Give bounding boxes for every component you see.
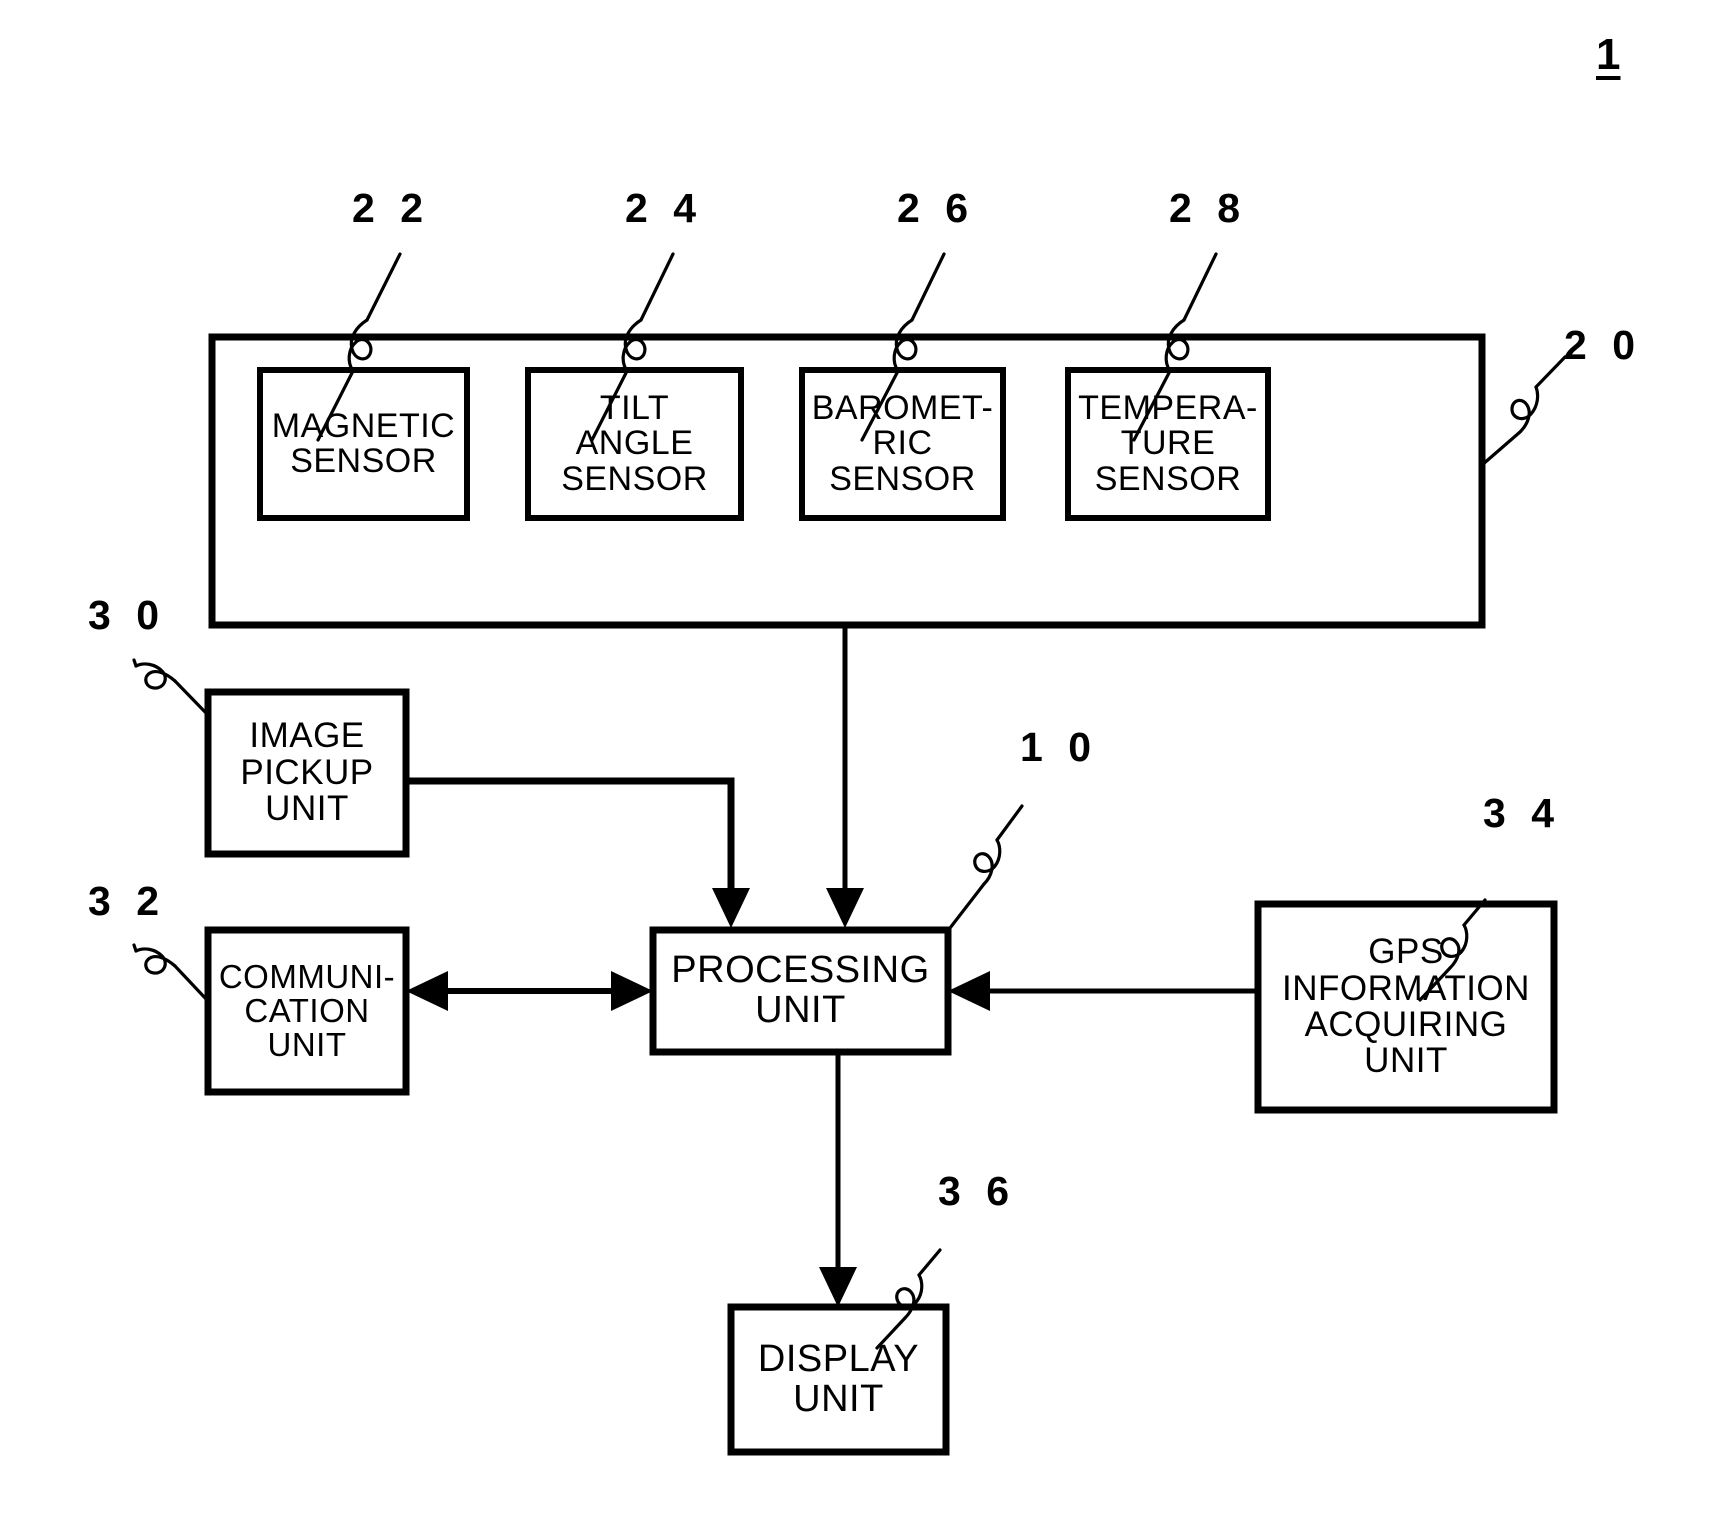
leader-line-22 <box>316 252 402 442</box>
leader-line-32 <box>132 943 209 1002</box>
connector-processing-to-display <box>819 1052 857 1307</box>
leader-line-28 <box>1132 252 1218 442</box>
patent-figure: 1 2 2 2 4 2 6 2 8 2 0 3 0 3 2 1 0 3 4 3 … <box>0 0 1725 1521</box>
communication-unit-rect <box>204 926 410 1096</box>
connector-gps-to-processing <box>948 971 1258 1011</box>
leader-line-36 <box>875 1248 942 1350</box>
connector-sensorunit-to-processing <box>826 625 864 928</box>
leader-line-24 <box>590 252 675 442</box>
barometric-sensor-rect <box>799 367 1006 521</box>
leader-line-10 <box>948 804 1024 930</box>
leader-line-26 <box>860 252 946 442</box>
leader-line-34 <box>1418 898 1487 1002</box>
leader-line-20 <box>1480 355 1567 467</box>
connector-communication-processing <box>406 971 653 1011</box>
connector-imagepickup-to-processing <box>406 777 750 928</box>
gps-information-acquiring-unit-rect <box>1254 900 1558 1114</box>
tilt-angle-sensor-rect <box>525 367 744 521</box>
display-unit-rect <box>727 1303 950 1456</box>
temperature-sensor-rect <box>1065 367 1271 521</box>
image-pickup-unit-rect <box>204 688 410 858</box>
processing-unit-rect <box>649 926 952 1056</box>
sensor-unit-container-rect <box>208 333 1486 629</box>
figure-linework <box>132 252 1567 1456</box>
magnetic-sensor-rect <box>257 367 470 521</box>
leader-line-30 <box>132 658 209 716</box>
